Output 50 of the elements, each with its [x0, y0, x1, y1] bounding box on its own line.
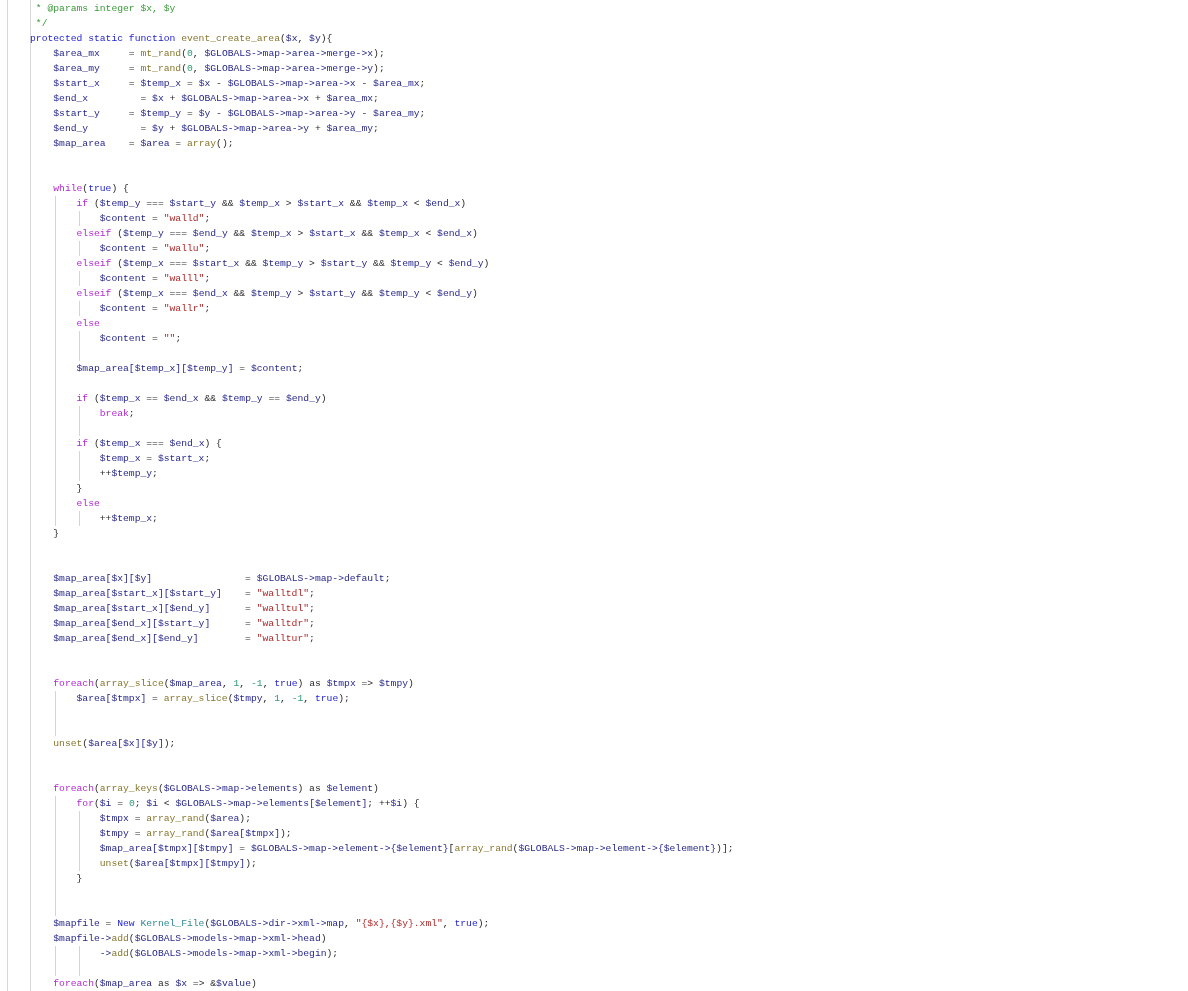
- code-line: foreach($map_area as $x => &$value): [52, 977, 257, 991]
- code-line: $content = "wallr";: [98, 302, 211, 316]
- code-line: if ($temp_x === $end_x) {: [75, 437, 222, 451]
- code-line: */: [34, 17, 48, 31]
- code-line: * @params integer $x, $y: [34, 2, 176, 16]
- code-line: }: [75, 872, 83, 886]
- code-line: $map_area[$end_x][$start_y] = "walltdr";: [52, 617, 315, 631]
- code-line: break;: [98, 407, 135, 421]
- code-line: $map_area[$end_x][$end_y] = "walltur";: [52, 632, 315, 646]
- code-line: $mapfile->add($GLOBALS->models->map->xml->head): [52, 932, 327, 946]
- code-line: $map_area = $area = array();: [52, 137, 234, 151]
- code-line: foreach(array_keys($GLOBALS->map->elements) as $element): [52, 782, 379, 796]
- code-line: if ($temp_y === $start_y && $temp_x > $start_x && $temp_x < $end_x): [75, 197, 467, 211]
- code-line: $tmpx = array_rand($area);: [98, 812, 251, 826]
- code-line: ->add($GLOBALS->models->map->xml->begin);: [98, 947, 339, 961]
- code-line: $map_area[$x][$y] = $GLOBALS->map->default;: [52, 572, 391, 586]
- code-line: unset($area[$x][$y]);: [52, 737, 176, 751]
- code-line: elseif ($temp_x === $end_x && $temp_y > $start_y && $temp_y < $end_y): [75, 287, 478, 301]
- code-line: if ($temp_x == $end_x && $temp_y == $end_y): [75, 392, 327, 406]
- code-line: $map_area[$start_x][$end_y] = "walltul";: [52, 602, 315, 616]
- code-line: protected static function event_create_area($x, $y){: [30, 32, 333, 46]
- code-line: ++$temp_x;: [98, 512, 158, 526]
- code-line: $start_x = $temp_x = $x - $GLOBALS->map->area->x - $area_mx;: [52, 77, 426, 91]
- code-line: $end_x = $x + $GLOBALS->map->area->x + $area_mx;: [52, 92, 379, 106]
- code-line: $area_my = mt_rand(0, $GLOBALS->map->area->merge->y);: [52, 62, 385, 76]
- code-line: $temp_x = $start_x;: [98, 452, 211, 466]
- code-line: }: [75, 482, 83, 496]
- code-line: $tmpy = array_rand($area[$tmpx]);: [98, 827, 292, 841]
- code-line: $map_area[$temp_x][$temp_y] = $content;: [75, 362, 304, 376]
- code-line: $map_area[$start_x][$start_y] = "walltdl";: [52, 587, 315, 601]
- code-line: $content = "walld";: [98, 212, 211, 226]
- code-line: else: [75, 317, 100, 331]
- code-line: $start_y = $temp_y = $y - $GLOBALS->map->area->y - $area_my;: [52, 107, 426, 121]
- code-line: $map_area[$tmpx][$tmpy] = $GLOBALS->map->element->{$element}[array_rand($GLOBALS->map->element->{$element})];: [98, 842, 734, 856]
- code-line: ++$temp_y;: [98, 467, 158, 481]
- code-line: elseif ($temp_y === $end_y && $temp_x > $start_x && $temp_x < $end_x): [75, 227, 478, 241]
- code-line: elseif ($temp_x === $start_x && $temp_y > $start_y && $temp_y < $end_y): [75, 257, 490, 271]
- code-line: $content = "walll";: [98, 272, 211, 286]
- code-line: $area_mx = mt_rand(0, $GLOBALS->map->area->merge->x);: [52, 47, 385, 61]
- code-line: $mapfile = New Kernel_File($GLOBALS->dir->xml->map, "{$x},{$y}.xml", true);: [52, 917, 490, 931]
- code-line: }: [52, 527, 60, 541]
- code-line: unset($area[$tmpx][$tmpy]);: [98, 857, 257, 871]
- code-line: $end_y = $y + $GLOBALS->map->area->y + $area_my;: [52, 122, 379, 136]
- code-line: else: [75, 497, 100, 511]
- code-line: $area[$tmpx] = array_slice($tmpy, 1, -1, true);: [75, 692, 350, 706]
- code-line: for($i = 0; $i < $GLOBALS->map->elements[$element]; ++$i) {: [75, 797, 420, 811]
- code-line: while(true) {: [52, 182, 129, 196]
- code-line: $content = "";: [98, 332, 182, 346]
- code-line: foreach(array_slice($map_area, 1, -1, true) as $tmpx => $tmpy): [52, 677, 414, 691]
- code-line: $content = "wallu";: [98, 242, 211, 256]
